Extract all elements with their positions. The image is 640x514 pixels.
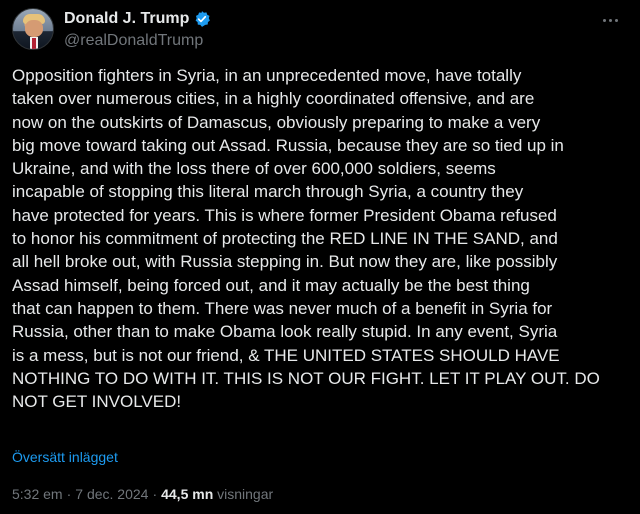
views-label: visningar — [217, 486, 274, 502]
translate-post-link[interactable]: Översätt inlägget — [12, 448, 118, 466]
tweet-time[interactable]: 5:32 em — [12, 486, 63, 502]
more-dot — [614, 18, 618, 22]
tweet-meta: 5:32 em · 7 dec. 2024 · 44,5 mn visningar — [12, 485, 273, 503]
meta-separator: · — [66, 486, 72, 502]
avatar-tie — [32, 38, 36, 49]
more-dot — [602, 18, 606, 22]
tweet: Donald J. Trump @realDonaldTrump Opposit… — [0, 0, 640, 514]
more-dot — [608, 18, 612, 22]
author-handle[interactable]: @realDonaldTrump — [64, 31, 203, 51]
avatar[interactable] — [12, 8, 54, 50]
views-count: 44,5 mn — [161, 486, 214, 502]
tweet-date[interactable]: 7 dec. 2024 — [75, 486, 148, 502]
author-name-row: Donald J. Trump — [64, 9, 211, 29]
verified-badge-icon[interactable] — [193, 10, 211, 28]
avatar-face — [25, 20, 43, 37]
author-display-name[interactable]: Donald J. Trump — [64, 9, 189, 29]
more-options-icon[interactable] — [598, 12, 622, 28]
tweet-text: Opposition fighters in Syria, in an unpr… — [12, 66, 600, 412]
meta-separator: · — [152, 486, 158, 502]
